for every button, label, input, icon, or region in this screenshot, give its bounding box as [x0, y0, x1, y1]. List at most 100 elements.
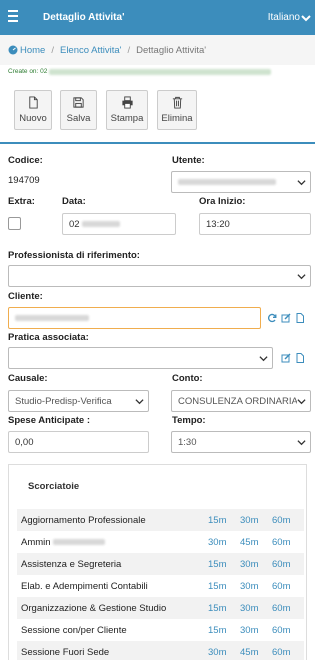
shortcut-time-link[interactable]: 45m [240, 647, 272, 658]
breadcrumb: Home / Elenco Attivita' / Dettaglio Atti… [0, 35, 315, 65]
breadcrumb-list[interactable]: Elenco Attivita' [60, 45, 122, 56]
data-label: Data: [62, 196, 86, 207]
shortcut-name: Sessione con/per Cliente [21, 624, 127, 636]
shortcut-time-link[interactable]: 60m [272, 625, 304, 636]
shortcut-name: Elab. e Adempimenti Contabili [21, 580, 148, 592]
shortcut-time-link[interactable]: 30m [240, 515, 272, 526]
spese-label: Spese Anticipate : [8, 415, 91, 426]
shortcuts-table: Aggiornamento Professionale 15m 30m 60m Ammi… [17, 509, 304, 660]
language-selector[interactable]: Italiano [268, 12, 311, 23]
chevron-down-icon [259, 356, 268, 362]
data-value: 02 [69, 218, 80, 230]
shortcut-time-link[interactable]: 30m [240, 603, 272, 614]
conto-select[interactable]: CONSULENZA ORDINARIA [171, 390, 311, 412]
shortcut-time-link[interactable]: 60m [272, 647, 304, 658]
tempo-select[interactable]: 1:30 [171, 431, 311, 453]
file-icon[interactable] [295, 313, 305, 323]
data-input[interactable]: 02 [62, 213, 176, 235]
tempo-label: Tempo: [172, 415, 206, 426]
delete-button[interactable]: Elimina [157, 90, 197, 130]
file-icon[interactable] [295, 353, 305, 363]
created-info: Create on: 02 [8, 68, 272, 75]
edit-icon[interactable] [281, 353, 291, 363]
shortcut-row: Assistenza e Segreteria 15m 30m 60m [17, 553, 304, 575]
shortcut-time-link[interactable]: 30m [240, 625, 272, 636]
codice-value: 194709 [8, 175, 40, 186]
shortcut-name: Aggiornamento Professionale [21, 514, 146, 526]
ora-value: 13:20 [206, 218, 230, 230]
professionista-label: Professionista di riferimento: [8, 250, 140, 261]
shortcut-time-link[interactable]: 15m [208, 515, 240, 526]
shortcut-name: Assistenza e Segreteria [21, 558, 122, 570]
new-button[interactable]: Nuovo [14, 90, 52, 130]
redacted-text [49, 68, 272, 75]
conto-value: CONSULENZA ORDINARIA [178, 395, 298, 407]
redacted-text [81, 221, 120, 227]
shortcut-time-link[interactable]: 30m [208, 537, 240, 548]
shortcut-row: Sessione Fuori Sede 30m 45m 60m [17, 641, 304, 660]
chevron-down-icon [297, 440, 306, 446]
refresh-icon[interactable] [267, 313, 277, 323]
new-label: Nuovo [19, 113, 47, 124]
shortcut-name: Sessione Fuori Sede [21, 646, 110, 658]
breadcrumb-home[interactable]: Home [20, 45, 45, 56]
shortcut-row: Sessione con/per Cliente 15m 30m 60m [17, 619, 304, 641]
shortcut-time-link[interactable]: 60m [272, 559, 304, 570]
shortcut-time-link[interactable]: 60m [272, 581, 304, 592]
causale-select[interactable]: Studio-Predisp-Verifica [8, 390, 149, 412]
shortcut-time-link[interactable]: 15m [208, 559, 240, 570]
shortcut-time-link[interactable]: 30m [208, 647, 240, 658]
extra-checkbox[interactable] [8, 217, 21, 230]
chevron-down-icon [301, 14, 311, 21]
redacted-text [52, 538, 105, 545]
shortcut-time-link[interactable]: 15m [208, 625, 240, 636]
causale-label: Causale: [8, 373, 48, 384]
chevron-down-icon [135, 399, 144, 405]
shortcut-row: Aggiornamento Professionale 15m 30m 60m [17, 509, 304, 531]
shortcut-time-link[interactable]: 60m [272, 537, 304, 548]
shortcut-row: Organizzazione & Gestione Studio 15m 30m 60… [17, 597, 304, 619]
language-label: Italiano [267, 12, 300, 23]
pratica-select[interactable] [8, 347, 273, 369]
shortcut-time-link[interactable]: 60m [272, 515, 304, 526]
ora-inizio-input[interactable]: 13:20 [199, 213, 311, 235]
shortcut-time-link[interactable]: 60m [272, 603, 304, 614]
redacted-text [15, 315, 89, 321]
extra-label: Extra: [8, 196, 35, 207]
shortcut-time-link[interactable]: 15m [208, 581, 240, 592]
file-icon [28, 96, 38, 109]
edit-icon[interactable] [281, 313, 291, 323]
shortcut-row: Ammin 30m 45m 60m [17, 531, 304, 553]
redacted-text [178, 179, 276, 185]
menu-icon[interactable] [8, 10, 20, 24]
delete-label: Elimina [161, 113, 193, 124]
shortcuts-title: Scorciatoie [28, 481, 80, 492]
professionista-select[interactable] [8, 265, 311, 287]
ora-label: Ora Inizio: [199, 196, 246, 207]
cliente-input[interactable] [8, 307, 261, 329]
shortcut-time-link[interactable]: 30m [240, 581, 272, 592]
shortcut-time-link[interactable]: 15m [208, 603, 240, 614]
shortcut-name: Ammin [17, 537, 208, 548]
chevron-down-icon [297, 274, 306, 280]
tempo-value: 1:30 [178, 436, 197, 448]
chevron-down-icon [297, 180, 306, 186]
save-button[interactable]: Salva [60, 90, 97, 130]
action-toolbar: Nuovo Salva Stampa Elimina [0, 82, 315, 144]
page-title: Dettaglio Attivita' [43, 12, 125, 23]
dashboard-icon [8, 45, 18, 55]
floppy-disk-icon [73, 97, 84, 108]
shortcut-time-link[interactable]: 30m [240, 559, 272, 570]
spese-input[interactable]: 0,00 [8, 431, 149, 453]
utente-select[interactable] [171, 171, 311, 193]
shortcut-time-link[interactable]: 45m [240, 537, 272, 548]
breadcrumb-current: Dettaglio Attivita' [136, 44, 207, 56]
breadcrumb-separator: / [51, 44, 54, 56]
chevron-down-icon [297, 397, 306, 406]
print-button[interactable]: Stampa [106, 90, 148, 130]
pratica-label: Pratica associata: [8, 332, 89, 343]
breadcrumb-separator: / [127, 44, 131, 56]
save-label: Salva [66, 113, 91, 124]
cliente-label: Cliente: [8, 291, 43, 302]
spese-value: 0,00 [15, 436, 34, 448]
